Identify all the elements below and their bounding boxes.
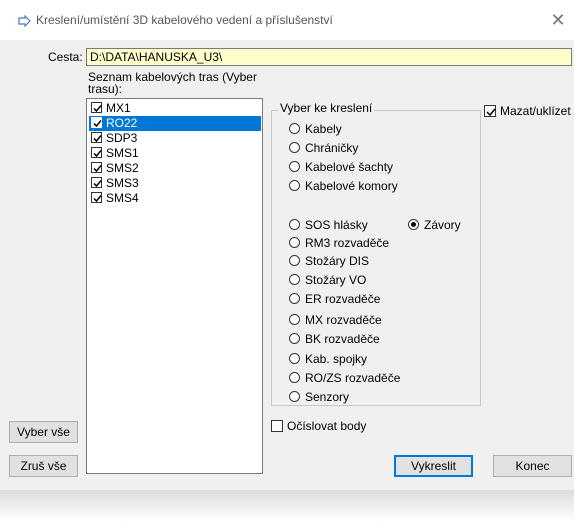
radio-button-selected xyxy=(408,219,419,230)
mazat-label: Mazat/uklízet xyxy=(500,104,571,118)
list-item-label: RO22 xyxy=(106,116,138,130)
radio-button xyxy=(289,142,300,153)
checkmark-icon xyxy=(93,165,102,173)
checkmark-icon xyxy=(93,195,102,203)
checkbox[interactable] xyxy=(91,132,102,143)
list-item-label: SDP3 xyxy=(106,131,138,145)
list-item[interactable]: SMS1 xyxy=(89,146,261,161)
checkbox-box xyxy=(271,420,283,432)
checkmark-icon xyxy=(93,135,102,143)
list-item-label: SMS4 xyxy=(106,191,139,205)
radio-button xyxy=(289,255,300,266)
radio-button xyxy=(289,180,300,191)
window-bottom-shadow xyxy=(0,490,574,521)
radio-button xyxy=(289,372,300,383)
radio-button xyxy=(289,219,300,230)
checkmark-icon xyxy=(93,120,102,128)
draw-button[interactable]: Vykreslit xyxy=(394,455,473,477)
radio-button xyxy=(289,237,300,248)
checkbox[interactable] xyxy=(91,117,102,128)
routes-label: Seznam kabelových tras (Vyber trasu): xyxy=(88,70,257,96)
routes-list[interactable]: MX1 RO22 SDP3 SMS1 SMS2 SMS3 SMS4 xyxy=(86,98,263,474)
radio-button xyxy=(289,391,300,402)
draw-selection-group xyxy=(271,110,481,406)
list-item-label: SMS1 xyxy=(106,146,139,160)
close-icon[interactable]: ✕ xyxy=(548,10,568,30)
radio-button xyxy=(289,274,300,285)
draw-selection-group-label: Vyber ke kreslení xyxy=(278,101,375,115)
checkmark-icon xyxy=(93,150,102,158)
list-item-label: MX1 xyxy=(106,101,131,115)
checkbox[interactable] xyxy=(91,147,102,158)
path-label: Cesta: xyxy=(48,50,83,64)
checkbox[interactable] xyxy=(91,102,102,113)
list-item[interactable]: SDP3 xyxy=(89,131,261,146)
radio-button xyxy=(289,314,300,325)
app-icon xyxy=(18,14,34,28)
checkbox[interactable] xyxy=(91,177,102,188)
radio-button xyxy=(289,123,300,134)
radio-button xyxy=(289,293,300,304)
checkmark-icon xyxy=(93,180,102,188)
checkmark-icon xyxy=(93,105,102,113)
radio-button xyxy=(289,333,300,344)
list-item[interactable]: RO22 xyxy=(89,116,261,131)
path-field[interactable]: D:\DATA\HANUSKA_U3\ xyxy=(86,48,572,66)
radio-button xyxy=(289,353,300,364)
radio-button xyxy=(289,161,300,172)
unselect-all-button[interactable]: Zruš vše xyxy=(9,455,78,477)
list-item-label: SMS3 xyxy=(106,176,139,190)
window-title: Kreslení/umístění 3D kabelového vedení a… xyxy=(36,13,333,27)
list-item[interactable]: SMS3 xyxy=(89,176,261,191)
ocislovat-label: Očíslovat body xyxy=(287,419,367,433)
checkbox-box xyxy=(484,105,496,117)
list-item[interactable]: SMS4 xyxy=(89,191,261,206)
list-item[interactable]: MX1 xyxy=(89,101,261,116)
list-item-label: SMS2 xyxy=(106,161,139,175)
checkmark-icon xyxy=(486,108,496,117)
select-all-button[interactable]: Vyber vše xyxy=(9,421,78,443)
end-button[interactable]: Konec xyxy=(493,455,572,477)
list-item[interactable]: SMS2 xyxy=(89,161,261,176)
checkbox[interactable] xyxy=(91,162,102,173)
checkbox[interactable] xyxy=(91,192,102,203)
